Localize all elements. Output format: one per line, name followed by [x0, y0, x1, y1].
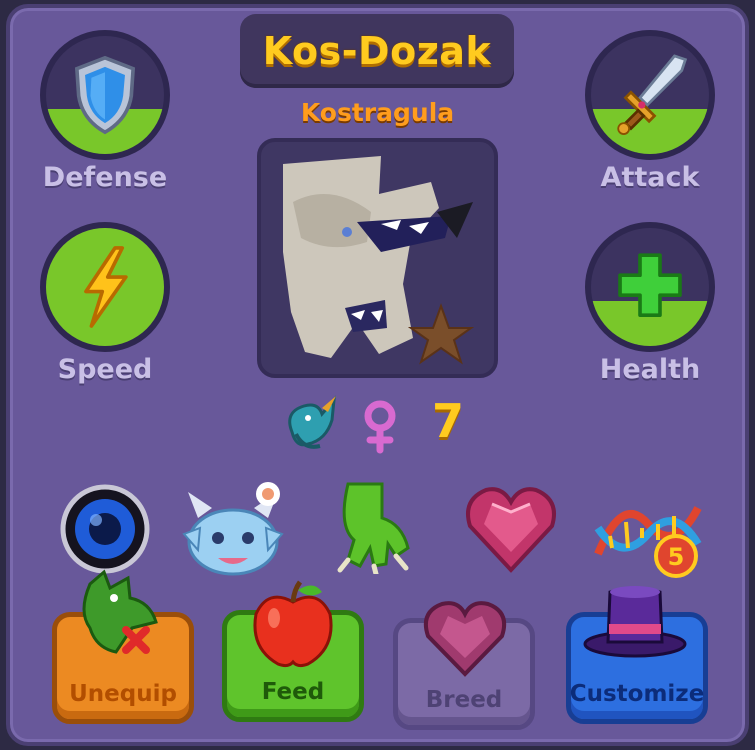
defense-gauge — [40, 30, 170, 160]
female-gender-icon — [364, 400, 396, 454]
dark-orb-item[interactable] — [60, 484, 150, 574]
health-label: Health — [599, 354, 701, 385]
apple-icon — [253, 580, 333, 668]
attack-label: Attack — [600, 162, 700, 193]
element-dragon-icon[interactable] — [278, 392, 340, 458]
shield-icon — [74, 55, 136, 135]
dragon-image — [283, 156, 475, 365]
breed-label: Breed — [425, 687, 503, 713]
dragon-level: 7 — [432, 394, 465, 448]
dragon-portrait — [257, 138, 498, 378]
speed-label: Speed — [57, 354, 153, 385]
lightning-icon — [84, 246, 128, 328]
defense-stat[interactable]: Defense — [30, 30, 180, 193]
speed-stat[interactable]: Speed — [30, 222, 180, 385]
rarity-star-icon — [407, 303, 475, 365]
dragon-name: Kos-Dozak — [262, 29, 492, 73]
baby-dragon-mood-item[interactable] — [178, 478, 288, 582]
title-plate: Kos-Dozak — [240, 14, 514, 88]
customize-label: Customize — [569, 681, 705, 707]
top-hat-icon — [583, 586, 687, 658]
attack-stat[interactable]: Attack — [575, 30, 725, 193]
heart-gem-item[interactable] — [462, 482, 560, 574]
gene-count-badge: 5 — [668, 543, 685, 571]
feed-label: Feed — [261, 679, 325, 705]
info-row: 7 — [0, 392, 755, 462]
speed-gauge — [40, 222, 170, 352]
sword-icon — [617, 54, 688, 135]
unequip-dragon-icon — [82, 569, 158, 654]
health-cross-icon — [618, 253, 682, 317]
health-gauge — [585, 222, 715, 352]
defense-label: Defense — [42, 162, 168, 193]
dna-gene-item[interactable]: 5 — [592, 484, 704, 580]
unequip-label: Unequip — [69, 681, 177, 707]
attack-gauge — [585, 30, 715, 160]
health-stat[interactable]: Health — [575, 222, 725, 385]
breed-heart-icon — [423, 601, 507, 677]
dragon-claw-item[interactable] — [330, 478, 420, 574]
